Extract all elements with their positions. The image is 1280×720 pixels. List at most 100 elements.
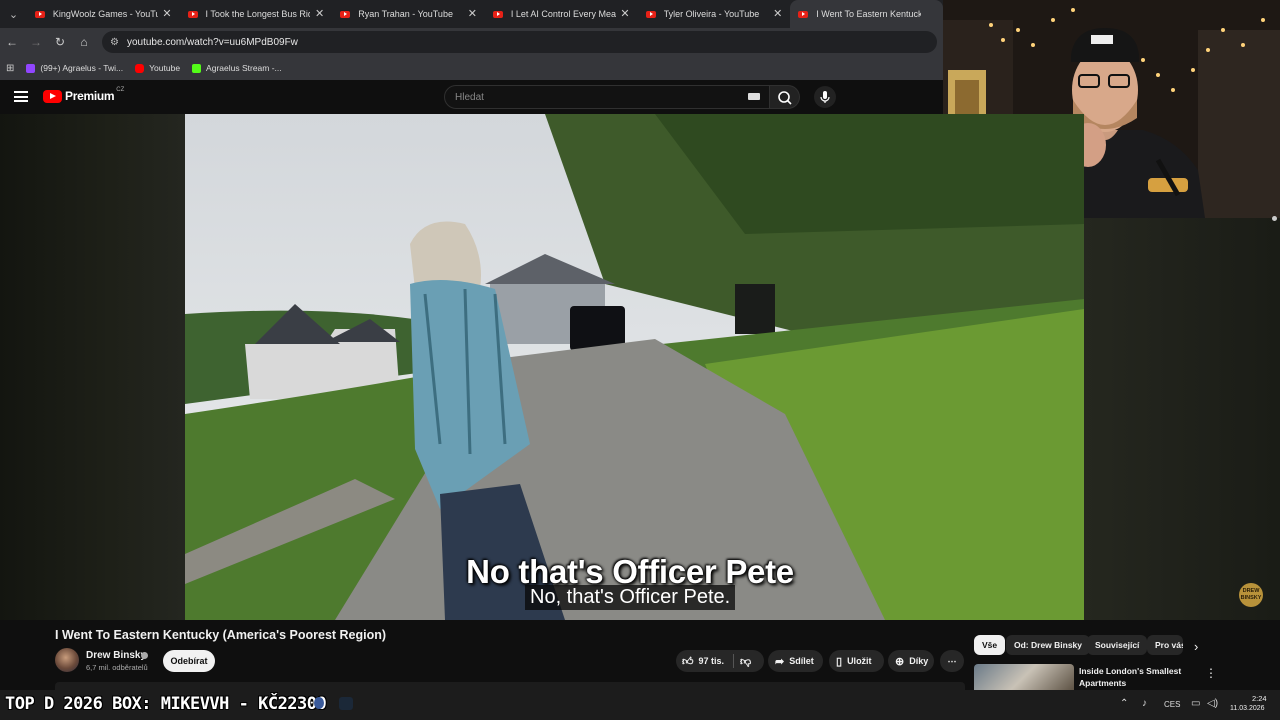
youtube-favicon-icon (798, 10, 809, 18)
chevron-right-icon[interactable]: › (1194, 639, 1198, 654)
bookmark-item[interactable]: (99+) Agraelus - Twi... (26, 63, 123, 73)
chevron-down-icon: ⌄ (8, 8, 19, 21)
subscribe-button[interactable]: Odebírat (163, 650, 215, 672)
more-actions-button[interactable]: ⋯ (940, 650, 964, 672)
tab-title: Ryan Trahan - YouTube (358, 9, 453, 19)
share-label: Sdílet (789, 656, 814, 666)
keyboard-icon[interactable] (748, 93, 760, 100)
browser-tab[interactable]: I Let AI Control Every Meal for... ✕ (485, 0, 638, 28)
clock-date[interactable]: 11.03.2026 (1230, 705, 1265, 712)
browser-tab[interactable]: KingWoolz Games - YouTube ✕ (27, 0, 180, 28)
video-player[interactable] (185, 114, 1084, 620)
close-icon[interactable]: ✕ (773, 7, 782, 20)
address-bar-row: ← → ↻ ⌂ ⚙ youtube.com/watch?v=uu6MPdB09F… (0, 28, 943, 56)
url-input[interactable]: ⚙ youtube.com/watch?v=uu6MPdB09Fw (102, 31, 937, 53)
bookmark-item[interactable]: Youtube (135, 63, 180, 73)
close-icon[interactable]: ✕ (468, 7, 477, 20)
steam-icon[interactable] (339, 697, 353, 710)
description-box[interactable] (55, 682, 965, 690)
thumbs-up-icon: 👍︎ (682, 655, 694, 668)
volume-icon[interactable]: ◁) (1207, 698, 1218, 709)
site-info-icon[interactable]: ⚙ (110, 37, 119, 48)
reload-button[interactable]: ↻ (48, 28, 72, 56)
browser-tab[interactable]: Tyler Oliveira - YouTube ✕ (638, 0, 791, 28)
recommended-title[interactable]: Inside London's Smallest Apartments (1079, 665, 1189, 689)
kick-icon (192, 63, 202, 73)
language-indicator[interactable]: CES (1164, 700, 1180, 709)
browser-tab-strip: ⌄ KingWoolz Games - YouTube ✕ I Took the… (0, 0, 943, 28)
display-icon[interactable]: ▭ (1191, 698, 1200, 709)
forward-button[interactable]: → (24, 28, 48, 56)
thanks-button[interactable]: ⊕ Díky (888, 650, 934, 672)
hamburger-menu-icon[interactable] (14, 91, 28, 102)
search-input[interactable]: Hledat (444, 85, 770, 109)
youtube-favicon-icon (340, 10, 351, 18)
browser-tab-active[interactable]: I Went To Eastern Kentucky (790, 0, 943, 28)
apps-grid-icon[interactable]: ⊞ (6, 63, 14, 74)
microphone-icon (820, 91, 830, 103)
chip-related[interactable]: Související (1087, 635, 1148, 655)
thumbs-down-icon: 👎︎ (740, 655, 752, 668)
reload-icon: ↻ (54, 35, 66, 49)
url-text: youtube.com/watch?v=uu6MPdB09Fw (126, 36, 298, 48)
donation-banner: TOP D 2026 BOX: MIKEVVH - KČ22300 (5, 694, 327, 714)
overlay-right-panel (1084, 218, 1280, 620)
clock-time[interactable]: 2:24 (1252, 694, 1267, 703)
youtube-favicon-icon (645, 10, 656, 18)
voice-search-button[interactable] (814, 86, 836, 108)
bookmark-label: Agraelus Stream -... (206, 63, 282, 73)
youtube-play-icon (43, 89, 62, 103)
youtube-favicon-icon (187, 10, 198, 18)
dislike-button[interactable]: 👎︎ (734, 650, 756, 672)
tab-title: I Let AI Control Every Meal for... (510, 9, 616, 19)
share-button[interactable]: ➦ Sdílet (768, 650, 823, 672)
save-button[interactable]: ▯ Uložit (829, 650, 884, 672)
obs-icon[interactable] (314, 697, 324, 709)
tab-title: I Went To Eastern Kentucky (816, 9, 921, 19)
like-dislike-group: 👍︎ 97 tis. 👎︎ (676, 650, 764, 672)
like-button[interactable]: 👍︎ 97 tis. (676, 650, 724, 672)
more-icon: ⋯ (947, 655, 957, 666)
browser-tab[interactable]: I Took the Longest Bus Ride in... ✕ (180, 0, 333, 28)
youtube-favicon-icon (34, 10, 45, 18)
subscriber-count: 6,7 mil. odběratelů (86, 663, 148, 672)
arrow-right-icon: → (30, 35, 42, 49)
bookmark-label: Youtube (149, 63, 181, 73)
country-code: CZ (116, 87, 125, 93)
youtube-favicon-icon (492, 10, 503, 18)
closed-caption: No, that's Officer Pete. (525, 585, 736, 610)
chevron-up-icon[interactable]: ⌃ (1120, 698, 1128, 709)
browser-tab[interactable]: Ryan Trahan - YouTube ✕ (332, 0, 485, 28)
bookmark-label: (99+) Agraelus - Twi... (40, 63, 124, 73)
chip-from-channel[interactable]: Od: Drew Binsky (1006, 635, 1091, 655)
tab-title: Tyler Oliveira - YouTube (663, 9, 760, 19)
twitch-icon (26, 63, 36, 73)
channel-name[interactable]: Drew Binsky (86, 650, 146, 661)
recommended-thumbnail[interactable] (974, 664, 1074, 690)
save-label: Uložit (847, 656, 872, 666)
back-button[interactable]: ← (0, 28, 24, 56)
home-button[interactable]: ⌂ (72, 28, 96, 56)
kebab-menu-icon[interactable]: ⋮ (1205, 666, 1217, 680)
search-button[interactable] (770, 85, 800, 109)
thanks-label: Díky (909, 656, 929, 666)
bookmark-item[interactable]: Agraelus Stream -... (192, 63, 282, 73)
tab-search-button[interactable]: ⌄ (0, 0, 27, 28)
close-icon[interactable]: ✕ (315, 7, 324, 20)
scrollbar-thumb[interactable] (1272, 216, 1277, 221)
close-icon[interactable]: ✕ (162, 7, 171, 20)
microphone-tray-icon[interactable]: ♪ (1142, 698, 1147, 709)
chip-for-you[interactable]: Pro vás (1147, 635, 1183, 655)
video-title: I Went To Eastern Kentucky (America's Po… (55, 628, 387, 642)
like-count: 97 tis. (698, 656, 725, 666)
avatar[interactable] (55, 648, 79, 672)
youtube-logo[interactable]: Premium CZ (43, 87, 125, 103)
channel-watermark[interactable]: DREW BINSKY (1239, 583, 1263, 607)
overlay-left-panel (0, 114, 185, 620)
home-icon: ⌂ (80, 35, 88, 49)
youtube-header: Premium CZ Hledat (0, 81, 943, 114)
bookmark-icon: ▯ (836, 655, 843, 668)
close-icon[interactable]: ✕ (620, 7, 629, 20)
arrow-left-icon: ← (6, 35, 18, 49)
chip-all[interactable]: Vše (974, 635, 1006, 655)
